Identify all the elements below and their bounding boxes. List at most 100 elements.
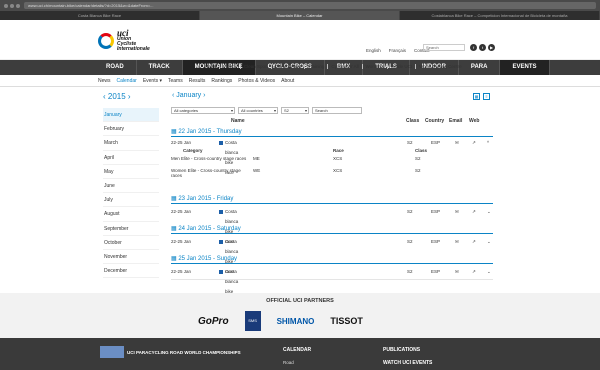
subnav-teams[interactable]: Teams	[168, 78, 183, 84]
email-icon[interactable]: ✉	[455, 237, 459, 247]
browser-tab-active[interactable]: Mountain Bike – Calendar	[200, 11, 400, 20]
event-date: 22-25 Jan	[171, 269, 192, 274]
footer-calendar-heading[interactable]: CALENDAR	[283, 347, 311, 353]
month-item[interactable]: October	[103, 236, 159, 250]
browser-toolbar: www.uci.ch/mountain-bike/calendar/detail…	[0, 0, 600, 11]
day-title: 22 Jan 2015 - Thursday	[178, 129, 242, 135]
subnav-news[interactable]: News	[98, 78, 111, 84]
month-item[interactable]: August	[103, 207, 159, 222]
nav-training[interactable]: Training	[305, 64, 329, 69]
rainbow-logo-icon	[98, 32, 114, 49]
flag-icon	[219, 269, 223, 274]
subnav-rankings[interactable]: Rankings	[211, 78, 232, 84]
lang-french[interactable]: Français	[389, 48, 406, 53]
month-item[interactable]: November	[103, 250, 159, 265]
expand-toggle-icon[interactable]: ⌄	[487, 237, 491, 247]
detail-col-category: Category	[183, 148, 203, 153]
class-select[interactable]: S2	[281, 107, 309, 114]
footer-road-link[interactable]: Road	[283, 360, 294, 365]
tissot-logo[interactable]: TISSOT	[330, 316, 363, 326]
nav-development[interactable]: Development	[272, 64, 306, 69]
table-row[interactable]: 22-25 Jan Costa blanca bike race S2 ESP …	[171, 267, 493, 304]
footer-publications-heading[interactable]: PUBLICATIONS	[383, 347, 420, 353]
nav-news[interactable]: News	[202, 64, 221, 69]
event-name[interactable]: Costa blanca bike race	[219, 237, 238, 274]
email-icon[interactable]: ✉	[455, 138, 459, 148]
facebook-icon[interactable]: f	[470, 44, 477, 51]
month-item[interactable]: December	[103, 264, 159, 279]
event-name[interactable]: Costa blanca bike race	[219, 207, 238, 244]
table-row[interactable]: 22-25 Jan Costa blanca bike race S2 ESP …	[171, 138, 493, 175]
month-item[interactable]: March	[103, 136, 159, 151]
country-select[interactable]: All countries	[238, 107, 278, 114]
shimano-logo[interactable]: SHIMANO	[277, 317, 315, 326]
browser-tab[interactable]: Costa Blanca Bike Race	[0, 11, 200, 20]
partners-section: OFFICIAL UCI PARTNERS GoPro SMS SHIMANO …	[0, 293, 600, 338]
month-list: January February March April May June Ju…	[103, 108, 159, 279]
footer-watch-heading[interactable]: WATCH UCI EVENTS	[383, 360, 432, 366]
nav-womens[interactable]: Women's	[363, 64, 389, 69]
nav-inside-uci[interactable]: Inside UCI	[388, 64, 417, 69]
day-title: 24 Jan 2015 - Saturday	[178, 226, 241, 232]
email-icon[interactable]: ✉	[455, 267, 459, 277]
nav-clean-sport[interactable]: Clean Sport	[241, 64, 272, 69]
web-link-icon[interactable]: ↗	[472, 267, 476, 277]
subnav-calendar[interactable]: Calendar	[117, 78, 137, 84]
uci-logo[interactable]: uci Union Cycliste Internationale	[98, 29, 150, 52]
month-item[interactable]: June	[103, 179, 159, 194]
col-country: Country	[425, 118, 445, 124]
table-row[interactable]: 22-25 Jan Costa blanca bike race S2 ESP …	[171, 207, 493, 244]
expand-toggle-icon[interactable]: ⌄	[487, 267, 491, 277]
subnav-events[interactable]: Events ▾	[143, 78, 162, 84]
address-bar[interactable]: www.uci.ch/mountain-bike/calendar/detail…	[24, 2, 596, 9]
calendar-icon[interactable]: ▦	[473, 93, 480, 100]
flag-icon	[219, 209, 223, 214]
web-link-icon[interactable]: ↗	[472, 237, 476, 247]
subnav-photos-videos[interactable]: Photos & Videos	[238, 78, 275, 84]
disc-para[interactable]: PARA	[459, 60, 501, 75]
lang-english[interactable]: English	[366, 48, 381, 53]
month-item[interactable]: September	[103, 222, 159, 236]
calendar-search-input[interactable]: Search	[312, 107, 362, 114]
youtube-icon[interactable]: ▶	[488, 44, 495, 51]
window-controls[interactable]	[4, 3, 20, 8]
nav-cycling-for-all[interactable]: Cycling for All	[328, 64, 363, 69]
month-item[interactable]: April	[103, 151, 159, 165]
browser-tab[interactable]: Costablanca Bike Race – Competicion Inte…	[400, 11, 600, 20]
sms-logo[interactable]: SMS	[244, 311, 261, 331]
col-email: Email	[449, 118, 463, 124]
event-class: S2	[407, 269, 413, 274]
twitter-icon[interactable]: t	[479, 44, 486, 51]
event-date: 22-25 Jan	[171, 209, 192, 214]
email-icon[interactable]: ✉	[455, 207, 459, 217]
nav-videos[interactable]: Videos	[220, 64, 241, 69]
site-search-input[interactable]: Search	[423, 44, 465, 51]
subnav-about[interactable]: About	[281, 78, 294, 84]
disc-road[interactable]: ROAD	[94, 60, 137, 75]
month-selector[interactable]: ‹ January ›	[172, 92, 205, 99]
paracycling-banner[interactable]: UCI PARACYCLING ROAD WORLD CHAMPIONSHIPS	[100, 346, 241, 358]
month-item[interactable]: February	[103, 122, 159, 137]
month-item[interactable]: July	[103, 193, 159, 208]
month-item[interactable]: May	[103, 165, 159, 179]
disc-track[interactable]: TRACK	[137, 60, 183, 75]
expand-toggle-icon[interactable]: ⌄	[487, 207, 491, 217]
event-name[interactable]: Costa blanca bike race	[219, 267, 238, 304]
gopro-logo[interactable]: GoPro	[198, 316, 229, 327]
web-link-icon[interactable]: ↗	[472, 207, 476, 217]
web-link-icon[interactable]: ↗	[472, 138, 476, 148]
category-select[interactable]: All categories	[171, 107, 235, 114]
main-nav: News Videos Clean Sport Development Trai…	[202, 64, 465, 69]
event-name[interactable]: Costa blanca bike race	[219, 138, 238, 175]
month-item[interactable]: January	[103, 108, 159, 123]
subnav-results[interactable]: Results	[189, 78, 206, 84]
nav-world-cycling-centre[interactable]: World Cycling Centre	[416, 64, 464, 69]
list-icon[interactable]: ≡	[483, 93, 490, 100]
event-class: S2	[407, 239, 413, 244]
disc-events[interactable]: EVENTS	[500, 60, 550, 75]
table-row[interactable]: 22-25 Jan Costa blanca bike race S2 ESP …	[171, 237, 493, 274]
logo-sub: Internationale	[117, 46, 150, 52]
social-links: f t ▶	[470, 44, 495, 51]
year-selector[interactable]: ‹ 2015 ›	[103, 92, 131, 101]
collapse-toggle-icon[interactable]: ^	[487, 138, 489, 148]
